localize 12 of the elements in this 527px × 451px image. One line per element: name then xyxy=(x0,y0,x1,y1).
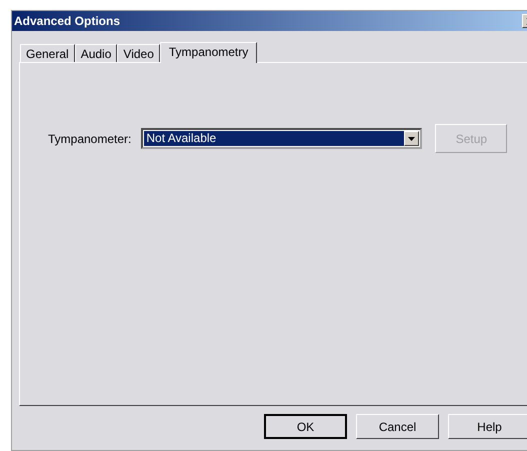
tab[interactable]: Video xyxy=(117,44,160,62)
tab[interactable]: General xyxy=(20,44,75,62)
dropdown[interactable]: Not Available xyxy=(141,128,422,149)
dialog-button[interactable]: Cancel xyxy=(356,414,439,439)
tab[interactable]: Audio xyxy=(74,44,118,62)
tab[interactable]: Tympanometry xyxy=(160,42,258,63)
dropdown-arrow-button[interactable] xyxy=(404,131,420,146)
dialog-button[interactable]: OK xyxy=(264,414,347,439)
window-title: Advanced Options xyxy=(14,14,120,28)
caret-icon xyxy=(408,136,416,140)
dialog-button[interactable]: Help xyxy=(448,414,527,439)
field-label: Tympanometer: xyxy=(48,132,132,146)
